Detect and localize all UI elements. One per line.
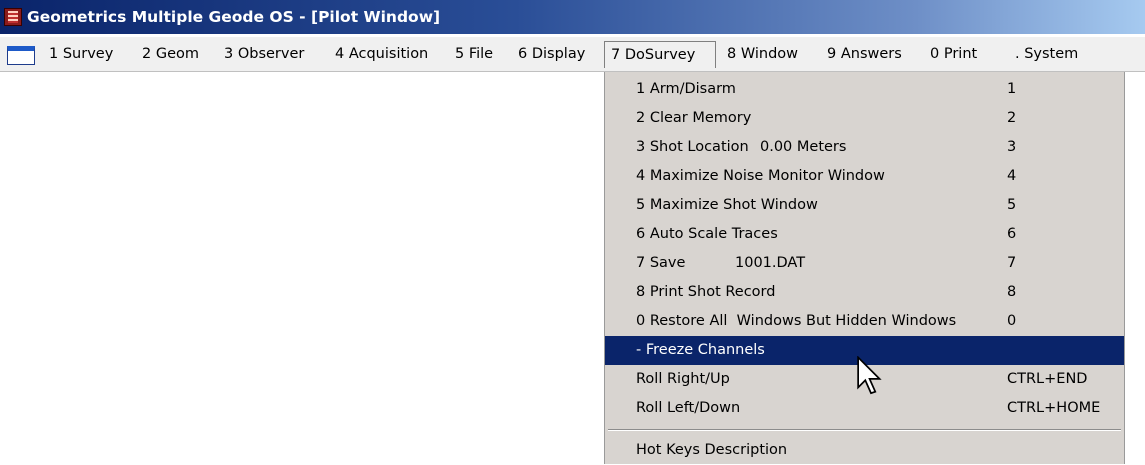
menu-dosurvey[interactable]: 7 DoSurvey — [604, 41, 716, 68]
menu-item-shortcut: 8 — [1007, 284, 1017, 300]
menu-item-roll-left-down[interactable]: Roll Left/Down CTRL+HOME — [605, 394, 1124, 423]
menu-display[interactable]: 6 Display — [518, 41, 585, 68]
menu-item-shortcut: 0 — [1007, 313, 1017, 329]
menu-item-label: Hot Keys Description — [636, 442, 788, 458]
menu-item-label: - Freeze Channels — [636, 342, 765, 358]
menu-geom[interactable]: 2 Geom — [142, 41, 199, 68]
menu-item-arm-disarm[interactable]: 1 Arm/Disarm 1 — [605, 75, 1124, 104]
menu-item-clear-memory[interactable]: 2 Clear Memory 2 — [605, 104, 1124, 133]
menu-item-shot-location[interactable]: 3 Shot Location 0.00 Meters 3 — [605, 133, 1124, 162]
menu-item-maximize-noise-monitor[interactable]: 4 Maximize Noise Monitor Window 4 — [605, 162, 1124, 191]
menu-bar: 1 Survey 2 Geom 3 Observer 4 Acquisition… — [0, 36, 1145, 72]
shot-location-value: 0.00 Meters — [760, 139, 847, 155]
menu-item-label: Roll Right/Up — [636, 371, 730, 387]
menu-item-auto-scale-traces[interactable]: 6 Auto Scale Traces 6 — [605, 220, 1124, 249]
document-window-icon[interactable] — [7, 46, 35, 65]
menu-item-shortcut: 3 — [1007, 139, 1017, 155]
menu-item-label: 6 Auto Scale Traces — [636, 226, 778, 242]
menu-item-maximize-shot-window[interactable]: 5 Maximize Shot Window 5 — [605, 191, 1124, 220]
menu-item-shortcut: 5 — [1007, 197, 1017, 213]
dosurvey-dropdown: 1 Arm/Disarm 1 2 Clear Memory 2 3 Shot L… — [604, 72, 1125, 464]
menu-item-shortcut: CTRL+END — [1007, 371, 1088, 387]
menu-survey[interactable]: 1 Survey — [49, 41, 113, 68]
menu-observer[interactable]: 3 Observer — [224, 41, 304, 68]
menu-item-shortcut: 2 — [1007, 110, 1017, 126]
menu-system[interactable]: . System — [1015, 41, 1078, 68]
menu-print[interactable]: 0 Print — [930, 41, 977, 68]
menu-item-label: 8 Print Shot Record — [636, 284, 776, 300]
menu-item-restore-all-windows[interactable]: 0 Restore All Windows But Hidden Windows… — [605, 307, 1124, 336]
menu-item-shortcut: 4 — [1007, 168, 1017, 184]
menu-answers[interactable]: 9 Answers — [827, 41, 902, 68]
menu-separator — [608, 429, 1121, 431]
menu-item-label: 2 Clear Memory — [636, 110, 752, 126]
menu-item-label: 3 Shot Location — [636, 139, 749, 155]
geode-app-icon[interactable] — [4, 8, 22, 26]
menu-acquisition[interactable]: 4 Acquisition — [335, 41, 428, 68]
menu-item-shortcut: CTRL+HOME — [1007, 400, 1101, 416]
menu-item-hot-keys-description[interactable]: Hot Keys Description — [605, 436, 1124, 465]
menu-item-save[interactable]: 7 Save 1001.DAT 7 — [605, 249, 1124, 278]
menu-window[interactable]: 8 Window — [727, 41, 798, 68]
menu-item-label: 7 Save — [636, 255, 686, 271]
menu-item-label: 1 Arm/Disarm — [636, 81, 736, 97]
arrow-cursor-icon — [857, 356, 882, 395]
menu-item-label: Roll Left/Down — [636, 400, 741, 416]
menu-file[interactable]: 5 File — [455, 41, 493, 68]
menu-item-shortcut: 1 — [1007, 81, 1017, 97]
title-bar: Geometrics Multiple Geode OS - [Pilot Wi… — [0, 0, 1145, 34]
menu-item-label: 4 Maximize Noise Monitor Window — [636, 168, 885, 184]
menu-item-print-shot-record[interactable]: 8 Print Shot Record 8 — [605, 278, 1124, 307]
menu-item-shortcut: 6 — [1007, 226, 1017, 242]
save-filename-value: 1001.DAT — [735, 255, 806, 271]
menu-item-label: 0 Restore All Windows But Hidden Windows — [636, 313, 957, 329]
window-title: Geometrics Multiple Geode OS - [Pilot Wi… — [27, 8, 441, 26]
menu-item-label: 5 Maximize Shot Window — [636, 197, 818, 213]
menu-item-shortcut: 7 — [1007, 255, 1017, 271]
